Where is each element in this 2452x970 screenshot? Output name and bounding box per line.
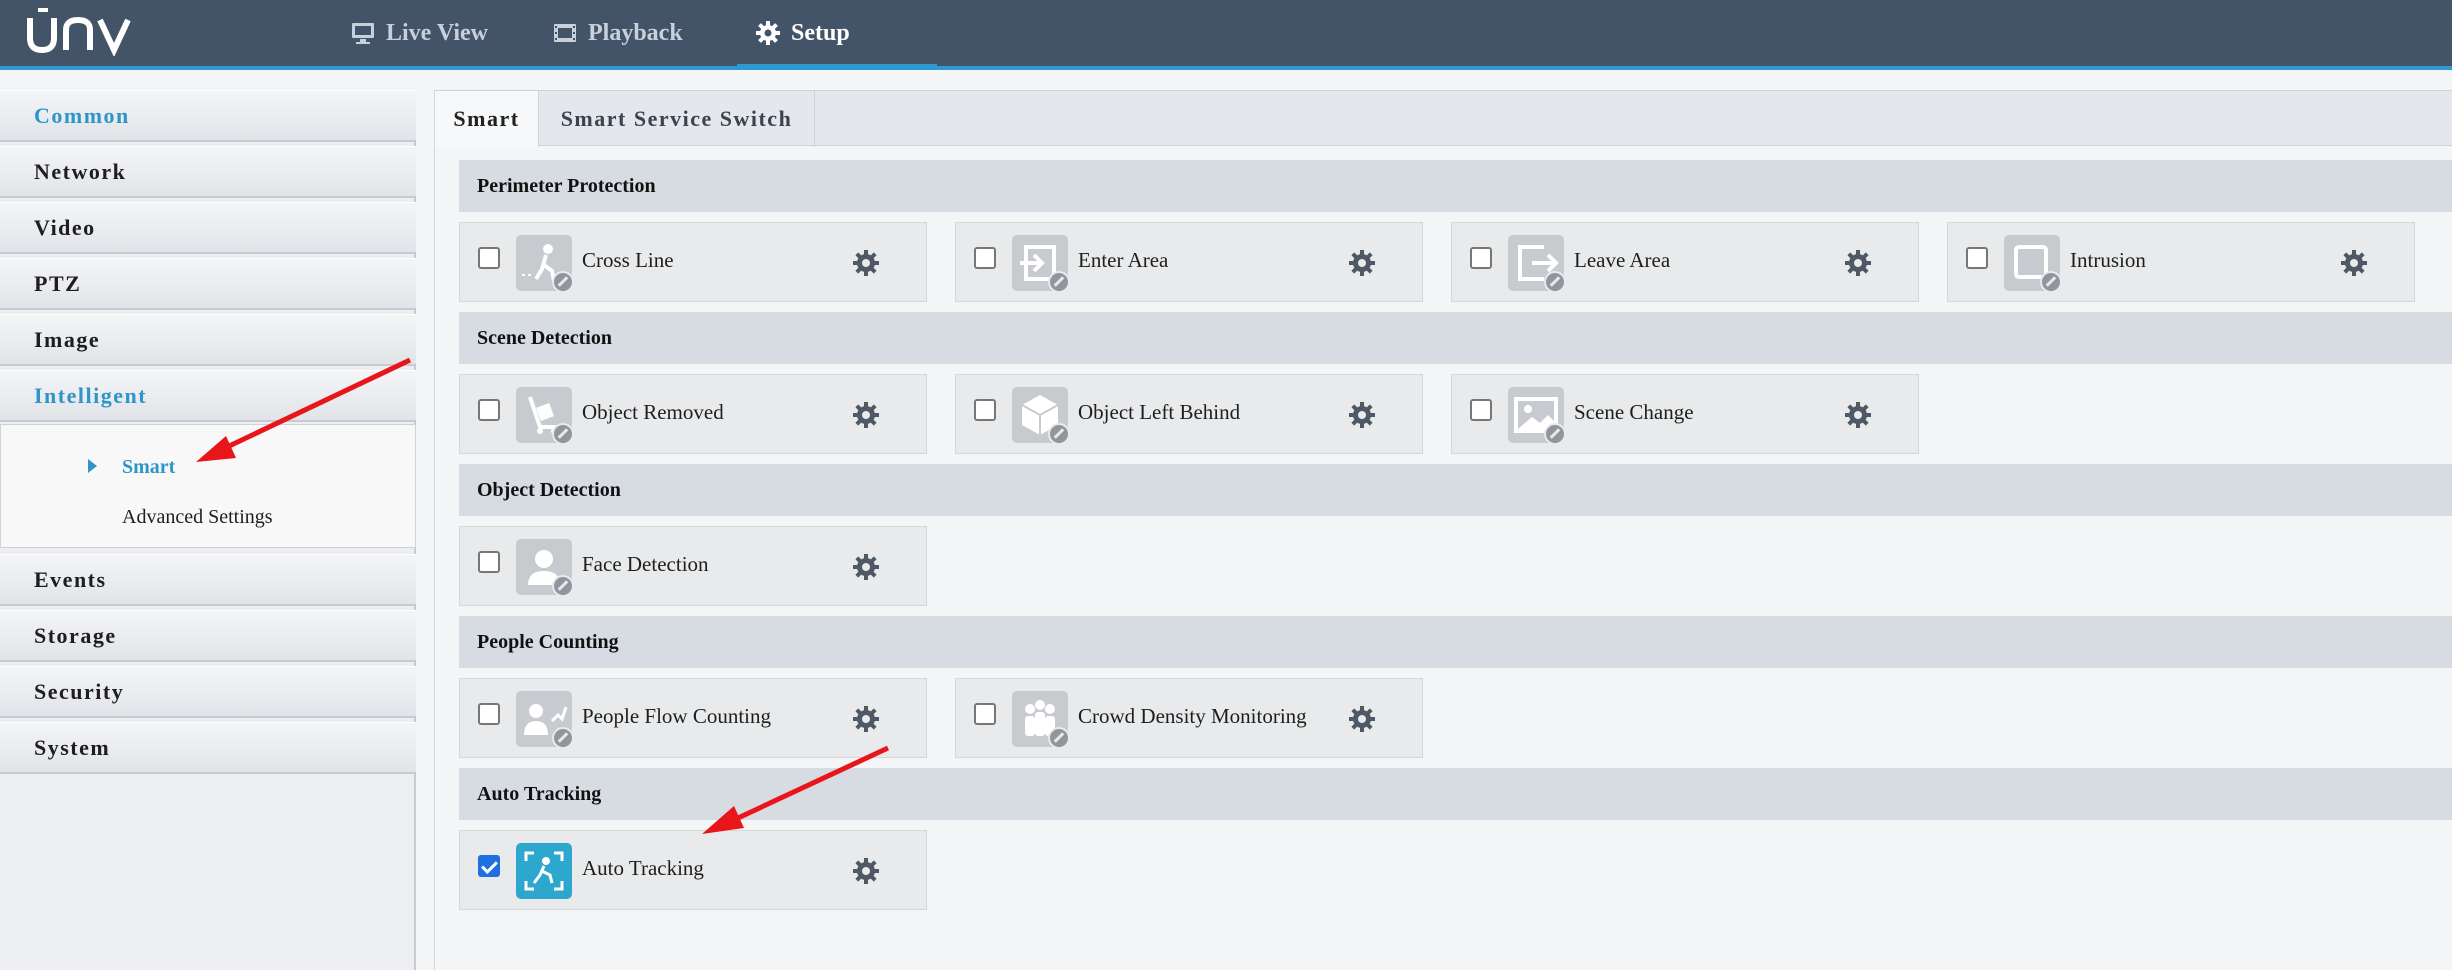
annotation-arrow-smart: [196, 357, 412, 462]
annotation-overlay: [196, 357, 890, 834]
annotation-arrow-auto-tracking: [702, 745, 890, 834]
